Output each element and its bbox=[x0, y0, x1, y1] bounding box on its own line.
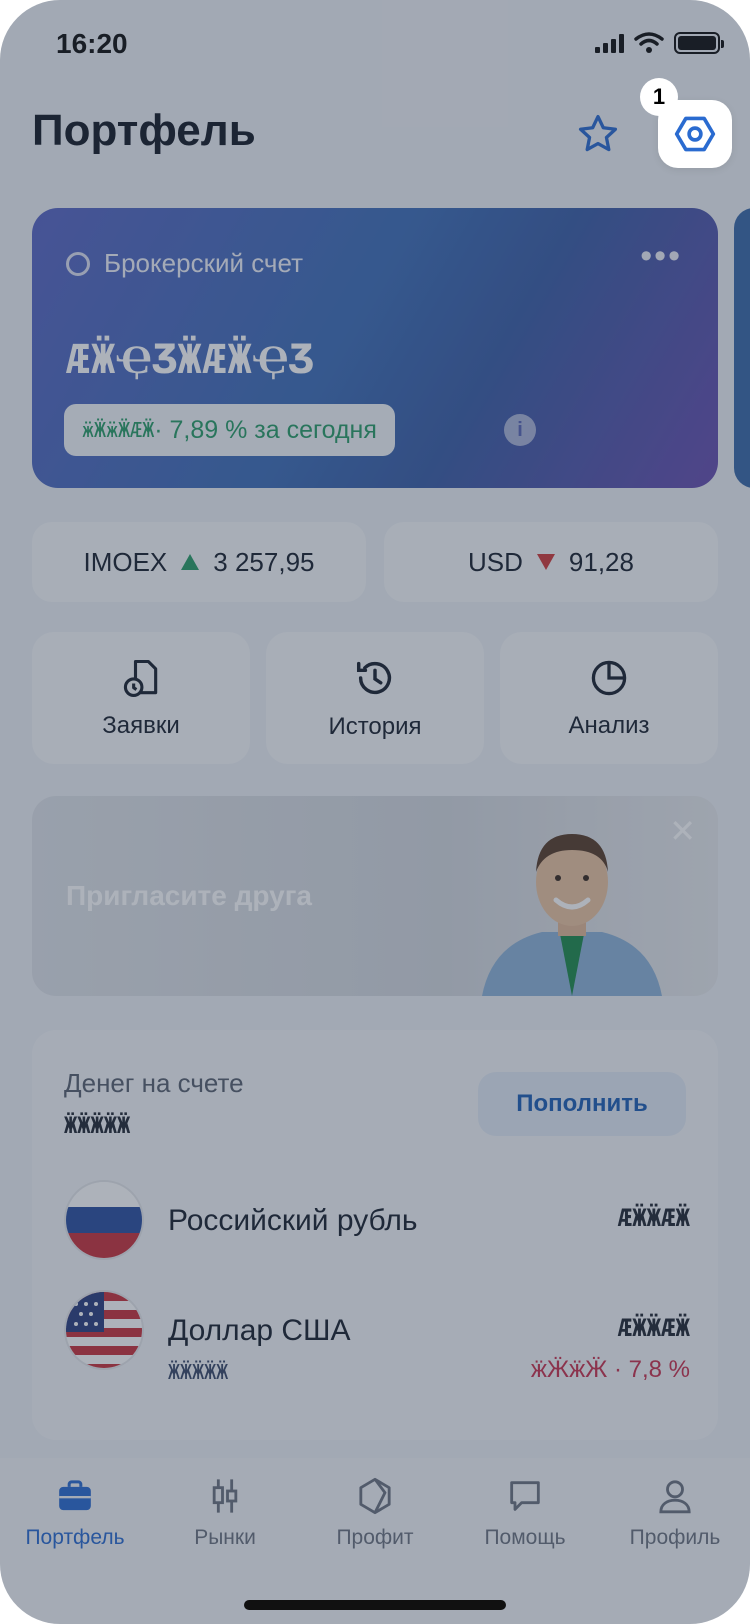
ticker-value: 3 257,95 bbox=[213, 546, 315, 577]
close-icon[interactable]: ✕ bbox=[669, 812, 696, 850]
page-title: Портфель bbox=[32, 106, 256, 155]
currency-name: Российский рубль bbox=[168, 1204, 418, 1237]
tab-help[interactable]: Помощь bbox=[450, 1476, 600, 1550]
briefcase-icon bbox=[59, 1480, 91, 1511]
tab-markets[interactable]: Рынки bbox=[150, 1476, 300, 1550]
ticker-name: USD bbox=[468, 546, 523, 577]
history-icon bbox=[356, 661, 392, 695]
smiling-man-photo bbox=[482, 834, 662, 996]
tab-label: Профит bbox=[336, 1526, 414, 1549]
orders-button[interactable]: Заявки bbox=[32, 632, 250, 764]
ticker-imoex[interactable]: IMOEX 3 257,95 bbox=[32, 522, 366, 602]
portfolio-screen: 16:20 Портфель Брокерский счет ••• ӔӜҾӠӜ… bbox=[0, 0, 750, 1624]
currency-row-rub[interactable]: Российский рубль ӔӜӜӔӜ bbox=[64, 1180, 690, 1260]
currency-rate: ӜӜӜӜӜ bbox=[168, 1360, 229, 1384]
account-daily-change[interactable]: ӝӜӝӜӔӜ · 7,89 % за сегодня bbox=[64, 404, 395, 456]
ticker-value: 91,28 bbox=[568, 546, 634, 577]
home-indicator[interactable] bbox=[244, 1600, 506, 1610]
daily-change-text: · 7,89 % за сегодня bbox=[154, 415, 377, 444]
arrow-down-icon bbox=[536, 554, 555, 570]
tab-label: Помощь bbox=[484, 1526, 566, 1549]
account-select-radio[interactable] bbox=[66, 251, 90, 276]
settings-hexagon-icon bbox=[674, 116, 716, 152]
daily-change-amount: ӝӜӝӜӔӜ bbox=[82, 418, 155, 442]
russia-flag-icon bbox=[64, 1180, 144, 1260]
user-icon bbox=[659, 1480, 691, 1514]
cash-amount: ӜӜӜӜӜ bbox=[64, 1114, 131, 1139]
top-up-button[interactable]: Пополнить bbox=[478, 1072, 686, 1136]
currency-row-usd[interactable]: Доллар США ӔӜӜӔӜ ӜӜӜӜӜ ӝӜӝӜ · 7,8 % bbox=[64, 1290, 690, 1384]
phone-screen: 16:20 Портфель Брокерский счет ••• ӔӜҾӠӜ… bbox=[0, 0, 750, 1624]
battery-icon bbox=[674, 32, 724, 54]
cash-label: Денег на счете bbox=[64, 1068, 244, 1098]
analysis-button[interactable]: Анализ bbox=[500, 632, 718, 764]
arrow-up-icon bbox=[181, 554, 200, 570]
action-label: Заявки bbox=[102, 712, 180, 739]
ticker-name: IMOEX bbox=[83, 546, 168, 577]
wifi-icon bbox=[634, 32, 664, 53]
hexagon-icon bbox=[359, 1477, 391, 1515]
tab-label: Профиль bbox=[629, 1526, 721, 1549]
status-time: 16:20 bbox=[56, 28, 128, 59]
tab-profile[interactable]: Профиль bbox=[600, 1476, 750, 1550]
currency-amount: ӔӜӜӔӜ bbox=[617, 1204, 690, 1232]
usa-flag-icon bbox=[64, 1290, 144, 1370]
tab-label: Рынки bbox=[194, 1526, 256, 1549]
action-label: История bbox=[328, 713, 422, 740]
favorites-button[interactable] bbox=[572, 108, 624, 160]
tab-label: Портфель bbox=[25, 1526, 125, 1549]
onboarding-step-badge: 1 bbox=[640, 78, 678, 116]
info-icon[interactable]: i bbox=[504, 414, 536, 446]
currency-amount: ӔӜӜӔӜ bbox=[617, 1314, 690, 1342]
orders-icon bbox=[123, 659, 158, 697]
account-label: Брокерский счет bbox=[104, 248, 303, 278]
next-account-card-peek[interactable] bbox=[734, 208, 750, 488]
tab-profit[interactable]: Профит bbox=[300, 1476, 450, 1550]
ticker-usd[interactable]: USD 91,28 bbox=[384, 522, 718, 602]
history-button[interactable]: История bbox=[266, 632, 484, 764]
cash-balance-card: Денег на счете ӜӜӜӜӜ Пополнить Российски… bbox=[32, 1030, 718, 1440]
cellular-signal-icon bbox=[595, 33, 624, 53]
account-balance: ӔӜҾӠӜӔӜҾӠ bbox=[66, 337, 315, 383]
star-icon bbox=[578, 114, 618, 152]
chat-icon bbox=[510, 1481, 540, 1511]
pie-chart-icon bbox=[591, 660, 627, 696]
action-label: Анализ bbox=[568, 712, 650, 739]
more-options-icon[interactable]: ••• bbox=[640, 239, 682, 273]
brokerage-account-card[interactable]: Брокерский счет ••• ӔӜҾӠӜӔӜҾӠ ӝӜӝӜӔӜ · 7… bbox=[32, 208, 718, 488]
invite-friend-banner[interactable]: Пригласите друга ✕ bbox=[32, 796, 718, 996]
candles-icon bbox=[212, 1479, 238, 1513]
promo-text: Пригласите друга bbox=[66, 880, 312, 911]
currency-change: ӝӜӝӜ · 7,8 % bbox=[530, 1356, 690, 1383]
currency-name: Доллар США bbox=[168, 1314, 351, 1347]
status-icons bbox=[595, 32, 724, 54]
tab-portfolio[interactable]: Портфель bbox=[0, 1476, 150, 1550]
